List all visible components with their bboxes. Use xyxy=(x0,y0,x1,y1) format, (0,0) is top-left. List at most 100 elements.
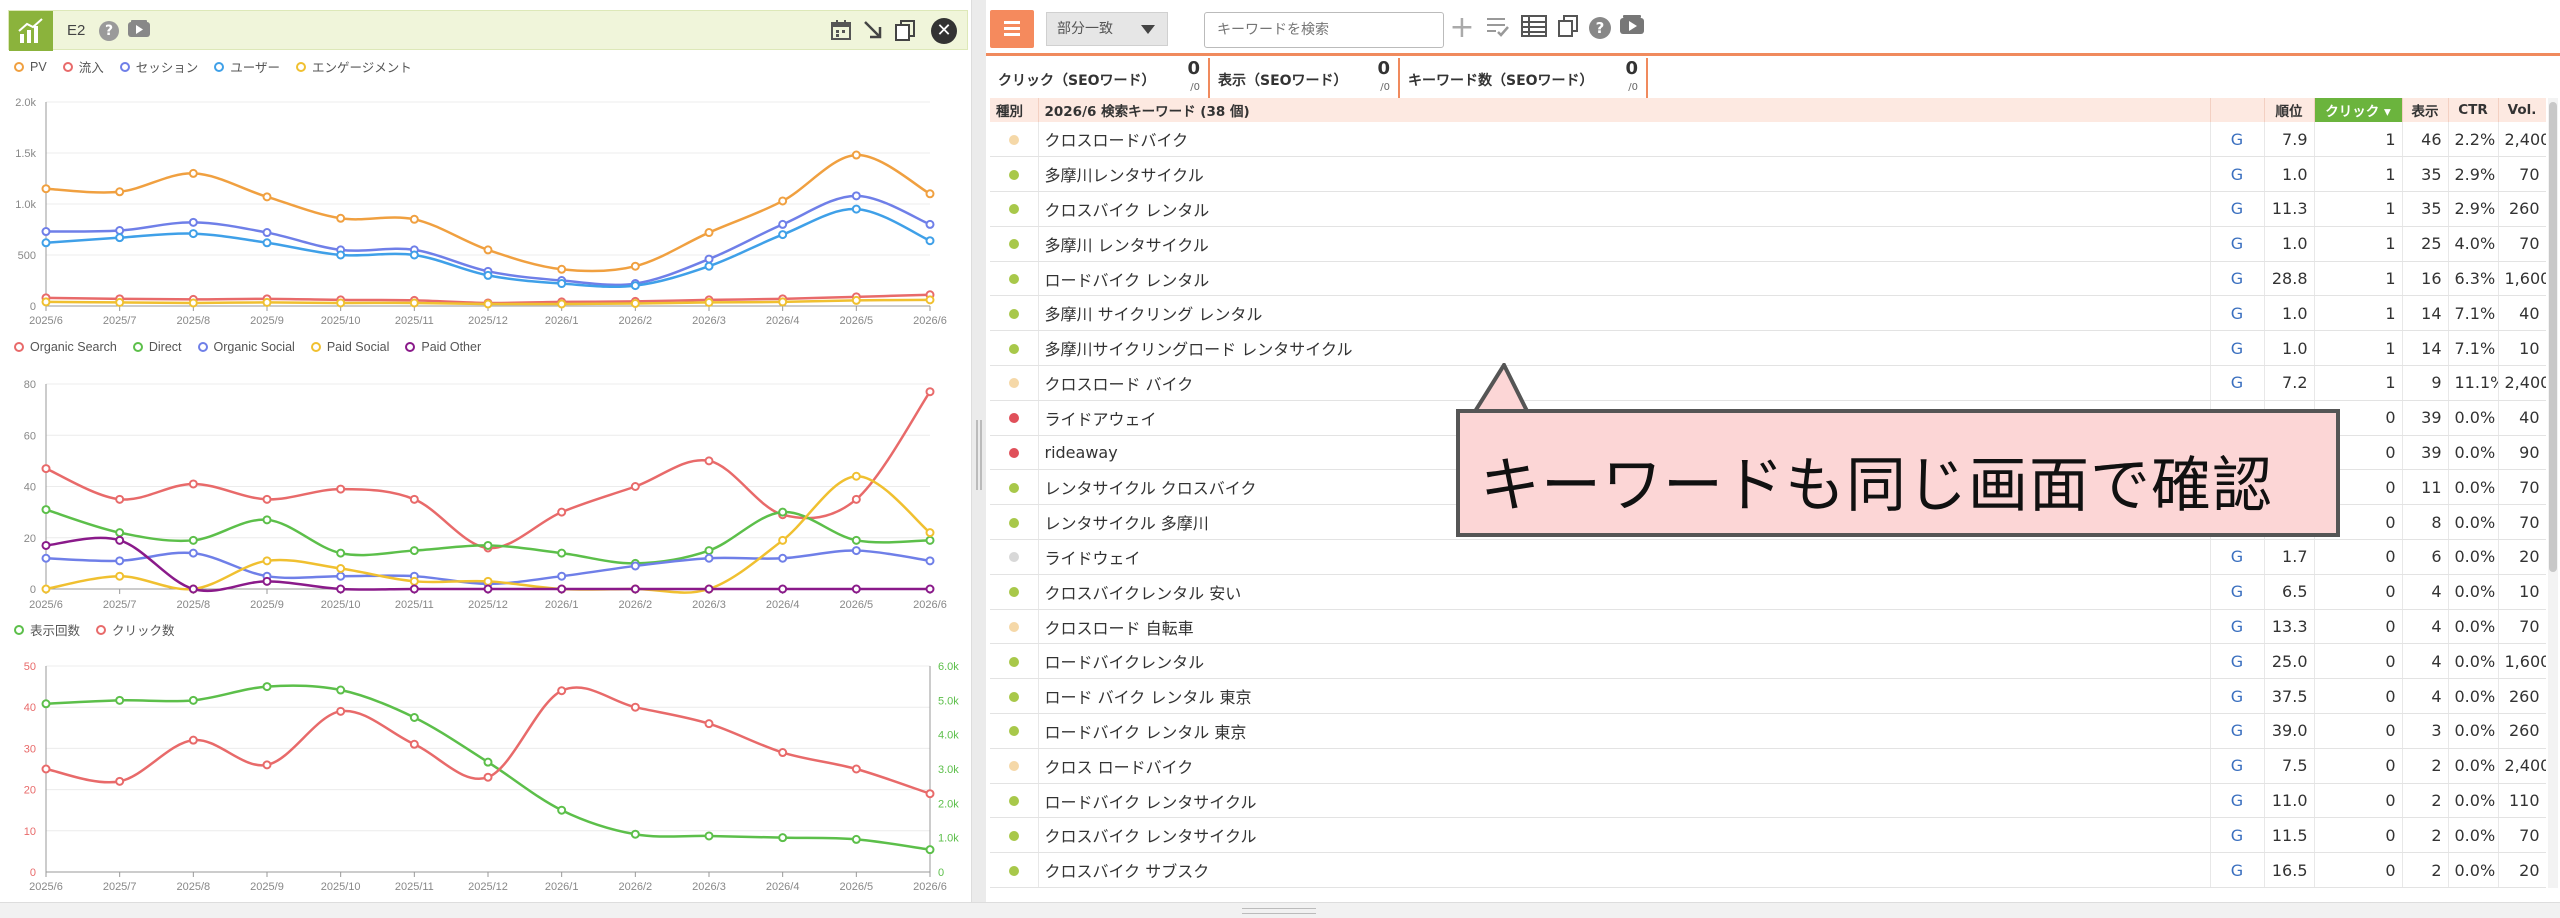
table-row[interactable]: クロスロードバイク G 7.9 1 46 2.2% 2,400 xyxy=(990,122,2546,158)
google-link[interactable]: G xyxy=(2210,156,2265,193)
google-link[interactable]: G xyxy=(2210,748,2265,784)
table-row[interactable]: クロスバイクレンタル 安い G 6.5 0 4 0.0% 10 xyxy=(990,574,2546,610)
google-link[interactable]: G xyxy=(2210,852,2265,888)
column-impressions[interactable]: 表示 xyxy=(2402,98,2449,122)
keyword-text[interactable]: クロスロード 自転車 xyxy=(1038,609,2211,645)
google-link[interactable]: G xyxy=(2210,678,2265,715)
table-row[interactable]: クロスロード 自転車 G 13.3 0 4 0.0% 70 xyxy=(990,609,2546,645)
panel-splitter[interactable] xyxy=(972,0,986,902)
google-link[interactable]: G xyxy=(2210,713,2265,749)
table-row[interactable]: 多摩川レンタサイクル G 1.0 1 35 2.9% 70 xyxy=(990,156,2546,193)
keyword-text[interactable]: 多摩川レンタサイクル xyxy=(1038,156,2211,193)
table-row[interactable]: ライドウェイ G 1.7 0 6 0.0% 20 xyxy=(990,539,2546,575)
keyword-text[interactable]: クロスロード バイク xyxy=(1038,365,2211,401)
data-point xyxy=(41,699,51,709)
clicks-value: 0 xyxy=(2314,574,2403,610)
table-row[interactable]: ロードバイク レンタル G 28.8 1 16 6.3% 1,600 xyxy=(990,261,2546,297)
google-link[interactable]: G xyxy=(2210,295,2265,332)
keyword-text[interactable]: クロスバイク レンタル xyxy=(1038,191,2211,227)
table-icon[interactable] xyxy=(1520,14,1548,42)
google-link[interactable]: G xyxy=(2210,365,2265,401)
add-icon[interactable]: + xyxy=(1448,13,1476,43)
copy-icon[interactable] xyxy=(893,19,917,43)
keyword-text[interactable]: 多摩川サイクリングロード レンタサイクル xyxy=(1038,330,2211,367)
keyword-search-input[interactable] xyxy=(1204,12,1444,48)
table-scrollbar[interactable] xyxy=(2548,98,2558,888)
column-volume[interactable]: Vol. xyxy=(2498,98,2546,122)
help-icon[interactable]: ? xyxy=(99,21,119,41)
google-link[interactable]: G xyxy=(2210,783,2265,819)
stat-keyword-count: キーワード数（SEOワード） 0 /0 xyxy=(1400,58,1648,98)
keyword-text[interactable]: クロスバイク レンタサイクル xyxy=(1038,817,2211,854)
legend-item[interactable]: Paid Other xyxy=(405,340,481,354)
list-icon[interactable] xyxy=(990,10,1034,48)
expand-icon[interactable] xyxy=(861,19,885,43)
keyword-text[interactable]: ロード バイク レンタル 東京 xyxy=(1038,678,2211,715)
google-link[interactable]: G xyxy=(2210,261,2265,297)
table-row[interactable]: ロード バイク レンタル 東京 G 37.5 0 4 0.0% 260 xyxy=(990,678,2546,715)
keyword-text[interactable]: ライドウェイ xyxy=(1038,539,2211,575)
google-link[interactable]: G xyxy=(2210,330,2265,367)
keyword-text[interactable]: クロスバイクレンタル 安い xyxy=(1038,574,2211,610)
keyword-text[interactable]: クロス ロードバイク xyxy=(1038,748,2211,784)
legend-item[interactable]: PV xyxy=(14,57,47,76)
table-row[interactable]: 多摩川サイクリングロード レンタサイクル G 1.0 1 14 7.1% 10 xyxy=(990,330,2546,367)
google-link[interactable]: G xyxy=(2210,539,2265,575)
google-link[interactable]: G xyxy=(2210,643,2265,680)
legend-item[interactable]: 表示回数 xyxy=(14,620,80,639)
keyword-text[interactable]: クロスロードバイク xyxy=(1038,122,2211,158)
keyword-type-dot xyxy=(990,295,1039,332)
legend-item[interactable]: 流入 xyxy=(62,57,104,76)
keyword-text[interactable]: クロスバイク サブスク xyxy=(1038,852,2211,888)
copy-icon[interactable] xyxy=(1554,14,1582,42)
table-row[interactable]: クロスバイク レンタル G 11.3 1 35 2.9% 260 xyxy=(990,191,2546,227)
keyword-text[interactable]: 多摩川 レンタサイクル xyxy=(1038,226,2211,262)
legend-item[interactable]: ユーザー xyxy=(214,57,280,76)
legend-item[interactable]: Direct xyxy=(132,340,182,354)
table-row[interactable]: ロードバイク レンタサイクル G 11.0 0 2 0.0% 110 xyxy=(990,783,2546,819)
y2-tick-label: 3.0k xyxy=(938,764,959,776)
keyword-text[interactable]: ロードバイク レンタル 東京 xyxy=(1038,713,2211,749)
table-row[interactable]: 多摩川 サイクリング レンタル G 1.0 1 14 7.1% 40 xyxy=(990,295,2546,332)
column-ctr[interactable]: CTR xyxy=(2448,98,2499,122)
legend-item[interactable]: Organic Search xyxy=(14,340,117,354)
legend-item[interactable]: Organic Social xyxy=(197,340,295,354)
legend-item[interactable]: クリック数 xyxy=(96,620,175,639)
column-type[interactable]: 種別 xyxy=(990,98,1039,122)
google-link[interactable]: G xyxy=(2210,226,2265,262)
chart-icon[interactable] xyxy=(9,11,53,51)
video-icon[interactable] xyxy=(1618,14,1646,42)
google-link[interactable]: G xyxy=(2210,817,2265,854)
help-icon[interactable]: ? xyxy=(1586,14,1614,42)
column-clicks[interactable]: クリック ▾ xyxy=(2314,98,2403,122)
table-row[interactable]: ロードバイクレンタル G 25.0 0 4 0.0% 1,600 xyxy=(990,643,2546,680)
keyword-text[interactable]: ロードバイク レンタサイクル xyxy=(1038,783,2211,819)
legend-item[interactable]: エンゲージメント xyxy=(295,57,412,76)
keyword-text[interactable]: 多摩川 サイクリング レンタル xyxy=(1038,295,2211,332)
keyword-text[interactable]: ロードバイクレンタル xyxy=(1038,643,2211,680)
google-link[interactable]: G xyxy=(2210,574,2265,610)
table-row[interactable]: クロスバイク サブスク G 16.5 0 2 0.0% 20 xyxy=(990,852,2546,888)
data-point xyxy=(483,245,493,255)
google-link[interactable]: G xyxy=(2210,609,2265,645)
column-rank[interactable]: 順位 xyxy=(2264,98,2315,122)
legend-item[interactable]: Paid Social xyxy=(310,340,389,354)
table-row[interactable]: クロス ロードバイク G 7.5 0 2 0.0% 2,400 xyxy=(990,748,2546,784)
table-row[interactable]: 多摩川 レンタサイクル G 1.0 1 25 4.0% 70 xyxy=(990,226,2546,262)
calendar-icon[interactable] xyxy=(829,19,853,43)
data-point xyxy=(41,238,51,248)
close-icon[interactable]: ✕ xyxy=(931,18,957,44)
table-row[interactable]: クロスバイク レンタサイクル G 11.5 0 2 0.0% 70 xyxy=(990,817,2546,854)
horizontal-scrollbar[interactable] xyxy=(0,902,2560,918)
column-keyword[interactable]: 2026/6 検索キーワード (38 個) xyxy=(1038,98,2211,122)
x-tick-label: 2026/4 xyxy=(766,599,800,611)
keyword-text[interactable]: ロードバイク レンタル xyxy=(1038,261,2211,297)
table-row[interactable]: ロードバイク レンタル 東京 G 39.0 0 3 0.0% 260 xyxy=(990,713,2546,749)
legend-item[interactable]: セッション xyxy=(119,57,198,76)
filter-list-icon[interactable] xyxy=(1484,14,1512,42)
video-icon[interactable] xyxy=(127,19,151,43)
match-type-select[interactable]: 部分一致 xyxy=(1046,12,1168,46)
google-link[interactable]: G xyxy=(2210,122,2265,158)
table-row[interactable]: クロスロード バイクG7.21911.1%2,400 xyxy=(990,365,2546,401)
google-link[interactable]: G xyxy=(2210,191,2265,227)
